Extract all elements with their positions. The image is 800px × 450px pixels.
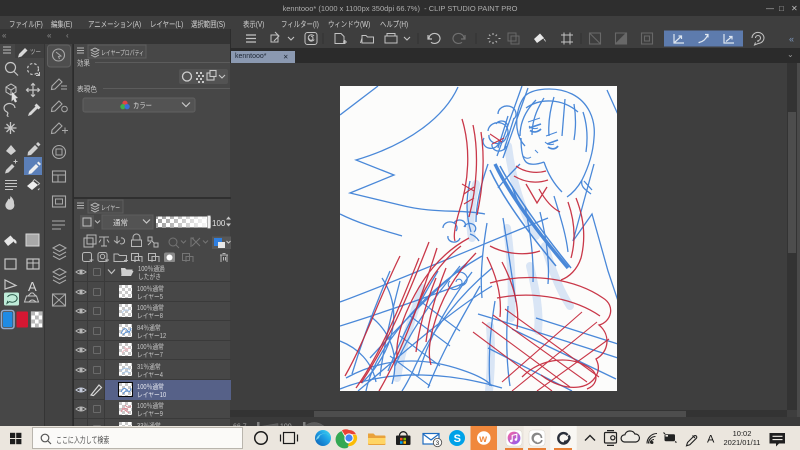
svg-text:3: 3 (436, 440, 440, 447)
svg-text:レイヤー: レイヤー (101, 205, 120, 212)
svg-text:A: A (28, 279, 37, 294)
svg-text:表現色: 表現色 (77, 84, 97, 94)
svg-text:w: w (478, 434, 487, 445)
svg-text:カラー: カラー (133, 101, 152, 110)
svg-text:レイヤープロパティ: レイヤープロパティ (101, 49, 144, 57)
svg-text:A: A (707, 434, 715, 446)
svg-text:効果: 効果 (77, 58, 90, 68)
svg-text:通常: 通常 (113, 218, 128, 228)
svg-text:100: 100 (212, 219, 226, 228)
svg-text:ツー: ツー (30, 49, 41, 56)
svg-text:«: « (789, 34, 794, 44)
svg-text:S: S (454, 433, 461, 445)
